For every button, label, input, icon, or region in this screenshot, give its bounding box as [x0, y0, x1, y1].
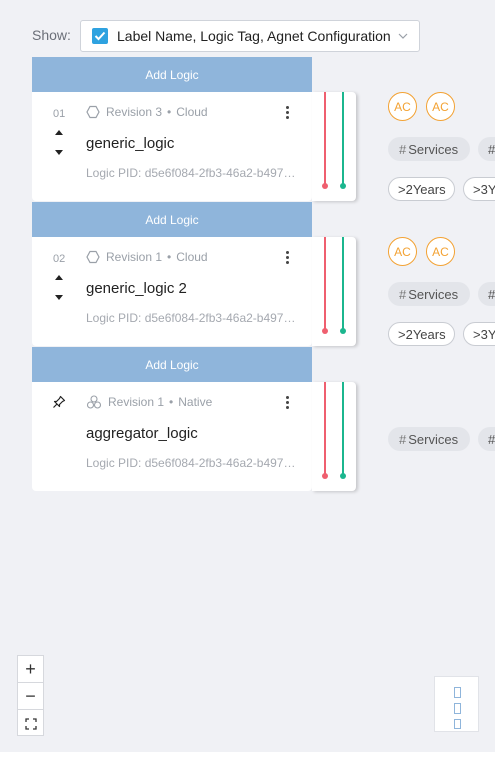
minimap[interactable]	[434, 676, 479, 732]
more-options-icon[interactable]	[286, 106, 290, 120]
tag-truncated[interactable]: #	[478, 137, 495, 161]
logic-name: generic_logic 2	[86, 280, 187, 297]
logic-pid: Logic PID: d5e6f084-2fb3-46a2-b497-…	[86, 166, 298, 180]
hash-icon: #	[399, 141, 407, 157]
logic-name: generic_logic	[86, 135, 175, 152]
bottom-strip	[0, 752, 495, 768]
green-track-line	[342, 382, 344, 477]
move-down-icon[interactable]	[55, 150, 63, 155]
revision-label: Revision 3	[106, 105, 163, 119]
tag-label: Services	[408, 141, 459, 157]
logic-card[interactable]: 02 Revision 1 • Cloud generic_logic 2 Lo…	[32, 237, 312, 346]
env-label: Native	[178, 395, 213, 409]
connection-track	[312, 382, 356, 491]
tag-label: Services	[408, 286, 459, 302]
hash-icon: #	[399, 431, 407, 447]
checkbox-icon[interactable]	[92, 28, 108, 44]
logic-pid: Logic PID: d5e6f084-2fb3-46a2-b497-…	[86, 456, 298, 470]
red-track-dot[interactable]	[322, 473, 328, 479]
avatar[interactable]: AC	[388, 92, 417, 121]
avatar[interactable]: AC	[426, 92, 455, 121]
age-chip[interactable]: >3Y	[463, 177, 495, 201]
env-label: Cloud	[176, 250, 208, 264]
tag-label: Services	[408, 431, 459, 447]
tag-label: #	[488, 141, 495, 157]
minimap-node	[454, 719, 461, 729]
separator-dot: •	[169, 395, 174, 409]
separator-dot: •	[167, 250, 172, 264]
zoom-in-button[interactable]: +	[18, 656, 43, 683]
avatar[interactable]: AC	[426, 237, 455, 266]
logic-pid: Logic PID: d5e6f084-2fb3-46a2-b497-…	[86, 311, 298, 325]
connection-track	[312, 92, 356, 201]
connection-track	[312, 237, 356, 346]
green-track-line	[342, 237, 344, 332]
minimap-node	[454, 687, 461, 698]
native-cluster-icon	[86, 395, 102, 409]
logic-card[interactable]: 01 Revision 3 • Cloud generic_logic Logi…	[32, 92, 312, 201]
revision-label: Revision 1	[106, 250, 163, 264]
add-logic-button[interactable]: Add Logic	[32, 57, 312, 92]
show-select[interactable]: Label Name, Logic Tag, Agnet Configurati…	[80, 20, 420, 52]
red-track-dot[interactable]	[322, 328, 328, 334]
hash-icon: #	[399, 286, 407, 302]
logic-name: aggregator_logic	[86, 425, 198, 442]
red-track-dot[interactable]	[322, 183, 328, 189]
green-track-dot[interactable]	[340, 328, 346, 334]
fit-view-button[interactable]	[18, 710, 43, 737]
add-logic-button[interactable]: Add Logic	[32, 347, 312, 382]
red-track-line	[324, 92, 326, 187]
tag-services[interactable]: # Services	[388, 427, 470, 451]
revision-info: Revision 3 • Cloud	[86, 105, 208, 119]
more-options-icon[interactable]	[286, 396, 290, 410]
minimap-node	[454, 703, 461, 714]
show-select-value: Label Name, Logic Tag, Agnet Configurati…	[117, 28, 391, 44]
move-up-icon[interactable]	[55, 275, 63, 280]
env-label: Cloud	[176, 105, 208, 119]
card-number: 01	[53, 108, 66, 120]
green-track-dot[interactable]	[340, 473, 346, 479]
chevron-down-icon	[398, 33, 408, 39]
pin-icon[interactable]	[52, 395, 66, 409]
tag-services[interactable]: # Services	[388, 137, 470, 161]
tag-label: #	[488, 286, 495, 302]
green-track-dot[interactable]	[340, 183, 346, 189]
card-number: 02	[53, 253, 66, 265]
tag-services[interactable]: # Services	[388, 282, 470, 306]
zoom-controls: + −	[17, 655, 44, 736]
move-down-icon[interactable]	[55, 295, 63, 300]
hexagon-icon	[86, 105, 100, 119]
fullscreen-icon	[24, 717, 37, 730]
avatar[interactable]: AC	[388, 237, 417, 266]
add-logic-button[interactable]: Add Logic	[32, 202, 312, 237]
logic-card[interactable]: Revision 1 • Native aggregator_logic Log…	[32, 382, 312, 491]
show-label: Show:	[32, 27, 71, 43]
more-options-icon[interactable]	[286, 251, 290, 265]
move-up-icon[interactable]	[55, 130, 63, 135]
tag-truncated[interactable]: #	[478, 427, 495, 451]
revision-label: Revision 1	[108, 395, 165, 409]
age-chip[interactable]: >2Years	[388, 177, 455, 201]
revision-info: Revision 1 • Cloud	[86, 250, 208, 264]
age-chip[interactable]: >3Y	[463, 322, 495, 346]
separator-dot: •	[167, 105, 172, 119]
zoom-out-button[interactable]: −	[18, 683, 43, 710]
hexagon-icon	[86, 250, 100, 264]
tag-label: #	[488, 431, 495, 447]
red-track-line	[324, 382, 326, 477]
tag-truncated[interactable]: #	[478, 282, 495, 306]
green-track-line	[342, 92, 344, 187]
age-chip[interactable]: >2Years	[388, 322, 455, 346]
red-track-line	[324, 237, 326, 332]
revision-info: Revision 1 • Native	[86, 395, 212, 409]
